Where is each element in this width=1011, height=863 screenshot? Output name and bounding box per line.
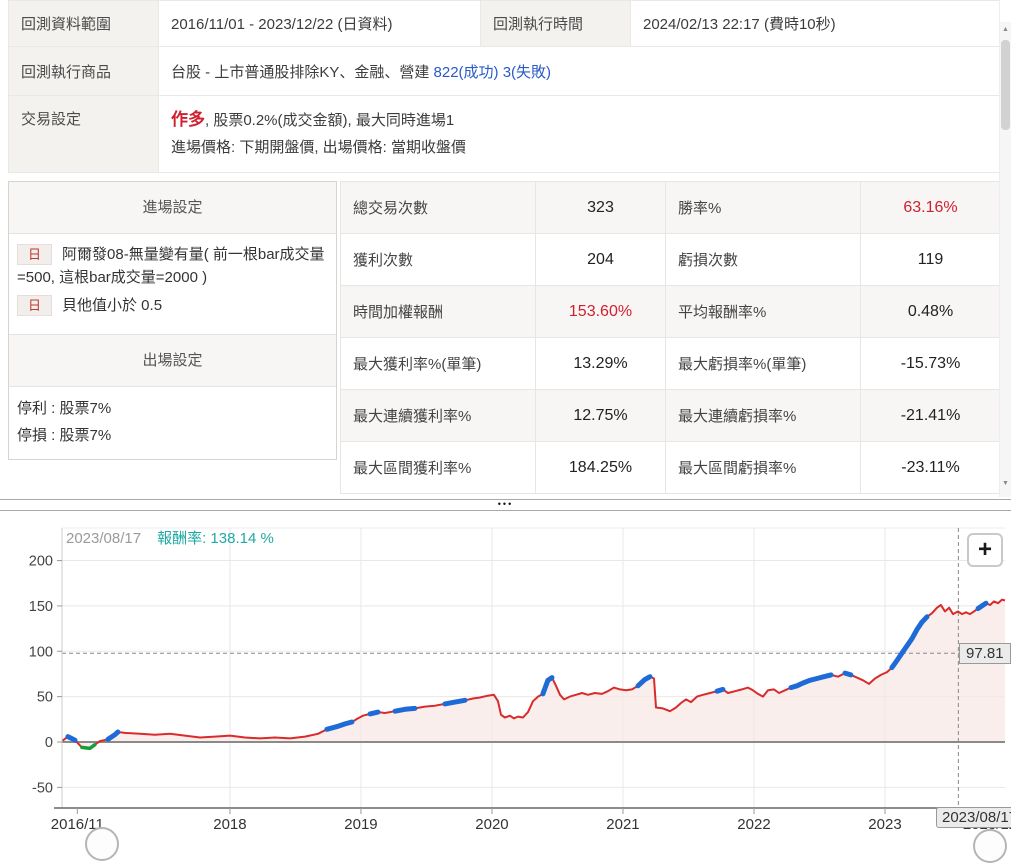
x-tick-label: 2021 <box>606 816 639 833</box>
trade-direction: 作多 <box>171 110 205 129</box>
entry-settings-header: 進場設定 <box>9 182 336 234</box>
panels-row: 進場設定 日阿爾發08-無量變有量( 前一根bar成交量=500, 這根bar成… <box>8 181 1011 494</box>
x-tick-label: 2019 <box>344 816 377 833</box>
x-tick-label: 2020 <box>475 816 508 833</box>
stat-value: -23.11% <box>860 441 1001 494</box>
daily-frequency-badge: 日 <box>17 244 53 265</box>
x-tick-label: 2022 <box>737 816 770 833</box>
stat-value: 204 <box>535 233 666 286</box>
stat-row: 最大獲利率%(單筆) 13.29% 最大虧損率%(單筆) -15.73% <box>340 337 1001 390</box>
entry-conditions-list: 日阿爾發08-無量變有量( 前一根bar成交量=500, 這根bar成交量=20… <box>9 234 336 334</box>
exit-settings-header: 出場設定 <box>9 333 336 387</box>
stat-value: 119 <box>860 233 1001 286</box>
product-label: 回測執行商品 <box>8 46 159 96</box>
stat-row: 最大連續獲利率% 12.75% 最大連續虧損率% -21.41% <box>340 389 1001 442</box>
data-range-value: 2016/11/01 - 2023/12/22 (日資料) <box>158 0 481 47</box>
chart-nav-right-button[interactable] <box>973 829 1007 863</box>
stat-value: 323 <box>535 181 666 234</box>
splitter-grip-icon[interactable]: ••• <box>498 499 513 509</box>
stat-label: 獲利次數 <box>340 233 536 286</box>
chart-nav-left-button[interactable] <box>85 827 119 861</box>
condition-text: 阿爾發08-無量變有量( 前一根bar成交量=500, 這根bar成交量=200… <box>17 246 325 286</box>
backtest-info-table: 回測資料範圍 2016/11/01 - 2023/12/22 (日資料) 回測執… <box>8 0 1001 173</box>
stat-label: 勝率% <box>665 181 861 234</box>
take-profit-rule: 停利 : 股票7% <box>17 399 112 417</box>
trade-settings-cell: 作多, 股票0.2%(成交金額), 最大同時進場1 進場價格: 下期開盤價, 出… <box>158 95 1001 173</box>
product-value: 台股 - 上市普通股排除KY、金融、營建 <box>171 63 430 81</box>
stat-label: 平均報酬率% <box>665 285 861 338</box>
daily-frequency-badge: 日 <box>17 295 53 316</box>
stop-loss-rule: 停損 : 股票7% <box>17 426 112 444</box>
zoom-in-button[interactable]: + <box>967 533 1003 567</box>
performance-stats-table: 總交易次數 323 勝率% 63.16% 獲利次數 204 虧損次數 119 時間加權報酬 153… <box>340 181 1001 494</box>
area-fill <box>62 599 1005 749</box>
stat-row: 總交易次數 323 勝率% 63.16% <box>340 181 1001 234</box>
stat-value: 0.48% <box>860 285 1001 338</box>
y-tick-label: 50 <box>37 690 53 706</box>
scroll-up-icon[interactable]: ▲ <box>1000 26 1011 33</box>
stat-label: 時間加權報酬 <box>340 285 536 338</box>
y-tick-label: 100 <box>29 644 53 660</box>
stat-value: -21.41% <box>860 389 1001 442</box>
stat-label: 最大獲利率%(單筆) <box>340 337 536 390</box>
vertical-scrollbar[interactable]: ▲ ▼ <box>999 0 1011 497</box>
stat-label: 最大連續獲利率% <box>340 389 536 442</box>
equity-curve-chart[interactable]: 2016/112018201920202021202220232023/1220… <box>0 515 1011 863</box>
stat-label: 虧損次數 <box>665 233 861 286</box>
backtest-summary-section: 回測資料範圍 2016/11/01 - 2023/12/22 (日資料) 回測執… <box>0 0 1011 497</box>
y-tick-label: 200 <box>29 554 53 570</box>
trade-settings-label: 交易設定 <box>8 95 159 173</box>
y-axis-tooltip: 97.81 <box>959 643 1011 664</box>
strategy-settings-panel: 進場設定 日阿爾發08-無量變有量( 前一根bar成交量=500, 這根bar成… <box>8 181 337 460</box>
trade-settings-line2: 進場價格: 下期開盤價, 出場價格: 當期收盤價 <box>171 138 467 156</box>
stat-label: 最大區間虧損率% <box>665 441 861 494</box>
stat-value: -15.73% <box>860 337 1001 390</box>
in-position-segment <box>65 734 78 743</box>
scrollbar-thumb[interactable] <box>1001 40 1010 130</box>
in-position-segment <box>392 705 418 714</box>
stat-label: 最大虧損率%(單筆) <box>665 337 861 390</box>
stat-value: 12.75% <box>535 389 666 442</box>
exec-time-value: 2024/02/13 22:17 (費時10秒) <box>630 0 1001 47</box>
stat-label: 總交易次數 <box>340 181 536 234</box>
y-tick-label: 0 <box>45 735 53 751</box>
product-value-cell: 台股 - 上市普通股排除KY、金融、營建 822(成功) 3(失敗) <box>158 46 1001 96</box>
stat-row: 獲利次數 204 虧損次數 119 <box>340 233 1001 286</box>
scroll-down-icon[interactable]: ▼ <box>1000 480 1011 487</box>
chart-crosshair-readout: 2023/08/17 報酬率: 138.14 % <box>66 527 274 548</box>
stat-label: 最大連續虧損率% <box>665 389 861 442</box>
fail-count-link[interactable]: 3(失敗) <box>503 64 551 81</box>
stat-value: 153.60% <box>535 285 666 338</box>
x-tick-label: 2023 <box>868 816 901 833</box>
trade-settings-rest: , 股票0.2%(成交金額), 最大同時進場1 <box>205 112 455 129</box>
stat-label: 最大區間獲利率% <box>340 441 536 494</box>
crosshair-return: 報酬率: 138.14 % <box>157 530 274 547</box>
exec-time-label: 回測執行時間 <box>480 0 631 47</box>
entry-condition: 日貝他值小於 0.5 <box>17 295 328 318</box>
data-range-label: 回測資料範圍 <box>8 0 159 47</box>
in-position-segment <box>842 670 854 678</box>
stat-row: 時間加權報酬 153.60% 平均報酬率% 0.48% <box>340 285 1001 338</box>
pane-splitter[interactable]: ••• <box>0 499 1011 511</box>
in-position-segment <box>442 697 468 707</box>
success-count-link[interactable]: 822(成功) <box>434 64 499 81</box>
chart-canvas[interactable]: 2016/112018201920202021202220232023/1220… <box>0 515 1011 833</box>
exit-settings-list: 停利 : 股票7% 停損 : 股票7% <box>9 387 336 459</box>
in-position-segment <box>714 686 726 694</box>
trade-settings-line1: 作多, 股票0.2%(成交金額), 最大同時進場1 <box>171 105 988 135</box>
y-tick-label: 150 <box>29 599 53 615</box>
y-tick-label: -50 <box>32 780 53 796</box>
stat-row: 最大區間獲利率% 184.25% 最大區間虧損率% -23.11% <box>340 441 1001 494</box>
x-axis-tooltip: 2023/08/17 <box>936 807 1011 828</box>
condition-text: 貝他值小於 0.5 <box>62 297 163 314</box>
stat-value: 63.16% <box>860 181 1001 234</box>
entry-condition: 日阿爾發08-無量變有量( 前一根bar成交量=500, 這根bar成交量=20… <box>17 244 328 289</box>
stat-value: 13.29% <box>535 337 666 390</box>
stat-value: 184.25% <box>535 441 666 494</box>
x-tick-label: 2018 <box>213 816 246 833</box>
crosshair-date: 2023/08/17 <box>66 530 142 547</box>
in-position-segment <box>367 709 381 717</box>
